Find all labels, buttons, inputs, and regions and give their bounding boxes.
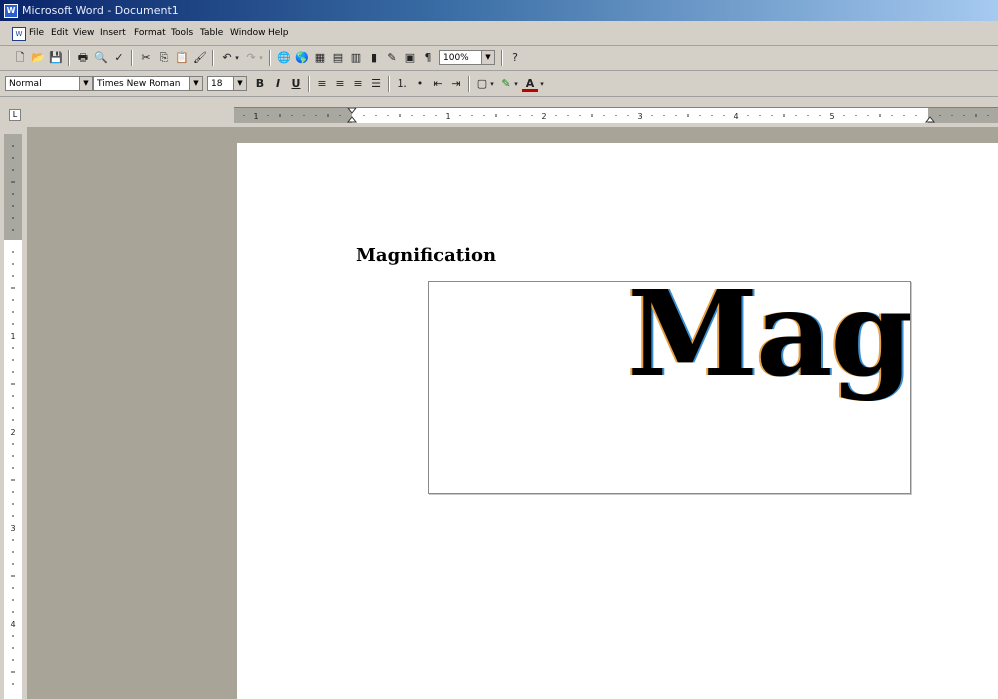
highlight-dropdown-icon[interactable]: ▾ <box>512 76 520 92</box>
magnifier-box[interactable]: Mag <box>428 281 911 494</box>
document-page[interactable]: Magnification Mag <box>237 143 998 699</box>
font-size-select[interactable]: 18 ▼ <box>207 76 247 91</box>
spelling-icon[interactable]: ✓ <box>111 50 127 66</box>
tables-borders-icon[interactable]: ▦ <box>312 50 328 66</box>
ruler-label: 2 <box>541 112 546 121</box>
horizontal-ruler[interactable]: 1 1 2 3 4 5 <box>234 107 998 123</box>
save-icon[interactable]: 💾 <box>48 50 64 66</box>
align-right-icon[interactable]: ≡ <box>350 76 366 92</box>
hanging-indent-marker <box>346 116 358 123</box>
zoom-value: 100% <box>443 53 469 63</box>
redo-dropdown-icon[interactable]: ▾ <box>257 50 265 66</box>
document-map-icon[interactable]: ▣ <box>402 50 418 66</box>
insert-table-icon[interactable]: ▤ <box>330 50 346 66</box>
ruler-label: 5 <box>829 112 834 121</box>
cut-icon[interactable]: ✂ <box>138 50 154 66</box>
hyperlink-icon[interactable]: 🌐 <box>276 50 292 66</box>
first-line-indent-marker <box>347 108 357 114</box>
vruler-label: 3 <box>10 524 15 533</box>
vertical-ruler[interactable]: 1 2 3 4 <box>4 134 22 699</box>
vruler-label: 4 <box>10 620 15 629</box>
vruler-label: 1 <box>10 332 15 341</box>
menu-insert[interactable]: Insert <box>100 28 126 38</box>
ruler-label: 3 <box>637 112 642 121</box>
vruler-ticks: 1 2 3 4 <box>10 145 16 685</box>
web-toolbar-icon[interactable]: 🌎 <box>294 50 310 66</box>
print-preview-icon[interactable]: 🔍 <box>93 50 109 66</box>
align-center-icon[interactable]: ≡ <box>332 76 348 92</box>
menu-format[interactable]: Format <box>134 28 166 38</box>
numbering-icon[interactable]: ⒈ <box>394 76 410 92</box>
title-bar: W Microsoft Word - Document1 <box>0 0 998 21</box>
font-size-value: 18 <box>211 79 223 89</box>
chevron-down-icon[interactable]: ▼ <box>481 51 494 64</box>
font-value: Times New Roman <box>97 79 181 89</box>
standard-toolbar: 🗋 📂 💾 🖶 🔍 ✓ ✂ ⎘ 📋 🖌 ↶ ▾ ↷ ▾ 🌐 🌎 ▦ ▤ ▥ ▮ … <box>0 46 998 71</box>
new-document-icon[interactable]: 🗋 <box>12 50 28 66</box>
insert-excel-icon[interactable]: ▥ <box>348 50 364 66</box>
menu-help[interactable]: Help <box>268 28 289 38</box>
ruler-label: 1 <box>445 112 450 121</box>
right-indent-marker <box>924 116 936 123</box>
bullets-icon[interactable]: • <box>412 76 428 92</box>
decrease-indent-icon[interactable]: ⇤ <box>430 76 446 92</box>
ruler-label: 1 <box>253 112 258 121</box>
document-icon[interactable]: W <box>12 27 26 41</box>
font-color-dropdown-icon[interactable]: ▾ <box>538 76 546 92</box>
underline-icon[interactable]: U <box>288 76 304 92</box>
ruler-label: 4 <box>733 112 738 121</box>
font-select[interactable]: Times New Roman ▼ <box>93 76 203 91</box>
style-value: Normal <box>9 79 42 89</box>
open-folder-icon[interactable]: 📂 <box>30 50 46 66</box>
bold-icon[interactable]: B <box>252 76 268 92</box>
tab-selector-icon[interactable]: L <box>9 109 21 121</box>
menu-tools[interactable]: Tools <box>171 28 193 38</box>
menu-edit[interactable]: Edit <box>51 28 68 38</box>
help-icon[interactable]: ? <box>507 50 523 66</box>
borders-dropdown-icon[interactable]: ▾ <box>488 76 496 92</box>
chevron-down-icon[interactable]: ▼ <box>79 77 92 90</box>
menu-bar: W File Edit View Insert Format Tools Tab… <box>0 21 998 46</box>
magnified-text: Mag <box>627 281 911 403</box>
font-color-icon[interactable]: A <box>522 76 538 92</box>
increase-indent-icon[interactable]: ⇥ <box>448 76 464 92</box>
window-title: Microsoft Word - Document1 <box>22 4 179 17</box>
align-left-icon[interactable]: ≡ <box>314 76 330 92</box>
print-icon[interactable]: 🖶 <box>75 50 91 66</box>
italic-icon[interactable]: I <box>270 76 286 92</box>
justify-icon[interactable]: ☰ <box>368 76 384 92</box>
document-heading[interactable]: Magnification <box>356 245 496 266</box>
vruler-label: 2 <box>10 428 15 437</box>
format-painter-icon[interactable]: 🖌 <box>192 50 208 66</box>
ruler-ticks: 1 1 2 3 4 5 <box>243 108 989 123</box>
menu-table[interactable]: Table <box>200 28 223 38</box>
paste-icon[interactable]: 📋 <box>174 50 190 66</box>
word-app-icon[interactable]: W <box>4 4 18 18</box>
menu-window[interactable]: Window <box>230 28 266 38</box>
menu-view[interactable]: View <box>73 28 94 38</box>
menu-file[interactable]: File <box>29 28 44 38</box>
chevron-down-icon[interactable]: ▼ <box>233 77 246 90</box>
drawing-icon[interactable]: ✎ <box>384 50 400 66</box>
chevron-down-icon[interactable]: ▼ <box>189 77 202 90</box>
zoom-select[interactable]: 100% ▼ <box>439 50 495 65</box>
formatting-toolbar: Normal ▼ Times New Roman ▼ 18 ▼ B I U ≡ … <box>0 72 998 97</box>
columns-icon[interactable]: ▮ <box>366 50 382 66</box>
style-select[interactable]: Normal ▼ <box>5 76 93 91</box>
show-hide-icon[interactable]: ¶ <box>420 50 436 66</box>
undo-dropdown-icon[interactable]: ▾ <box>233 50 241 66</box>
copy-icon[interactable]: ⎘ <box>156 50 172 66</box>
